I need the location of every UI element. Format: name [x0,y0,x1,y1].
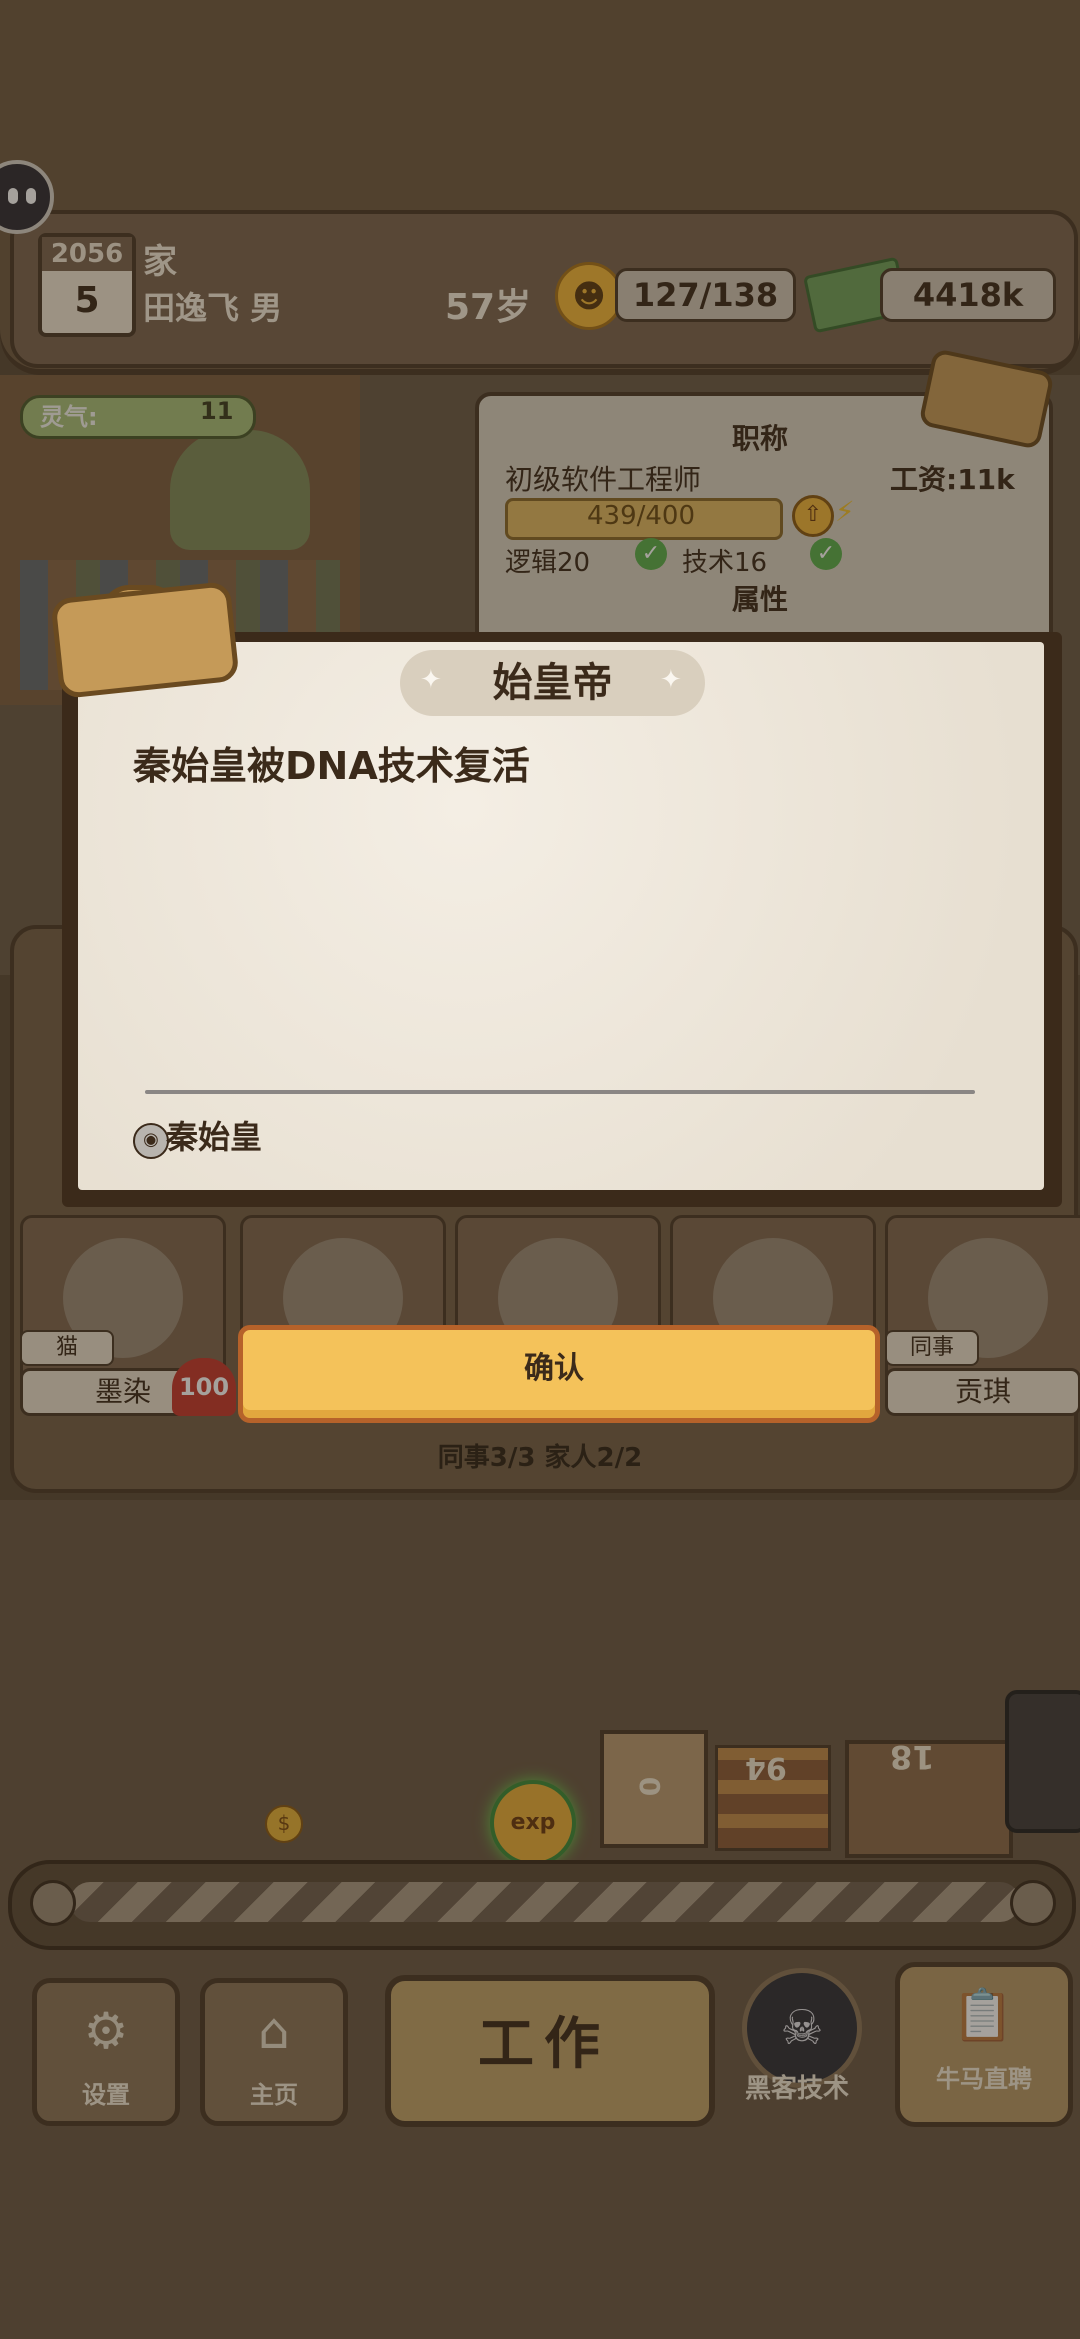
event-modal [78,642,1044,1190]
lock-icon: ◉ [133,1123,169,1159]
binder-clip-base [50,580,240,700]
modal-message: 秦始皇被DNA技术复活 [133,744,530,788]
modal-divider [145,1090,975,1094]
unlock-label: 秦始皇 [166,1118,263,1156]
confirm-button-label[interactable]: 确认 [238,1325,870,1413]
modal-title: 始皇帝 [492,660,613,706]
